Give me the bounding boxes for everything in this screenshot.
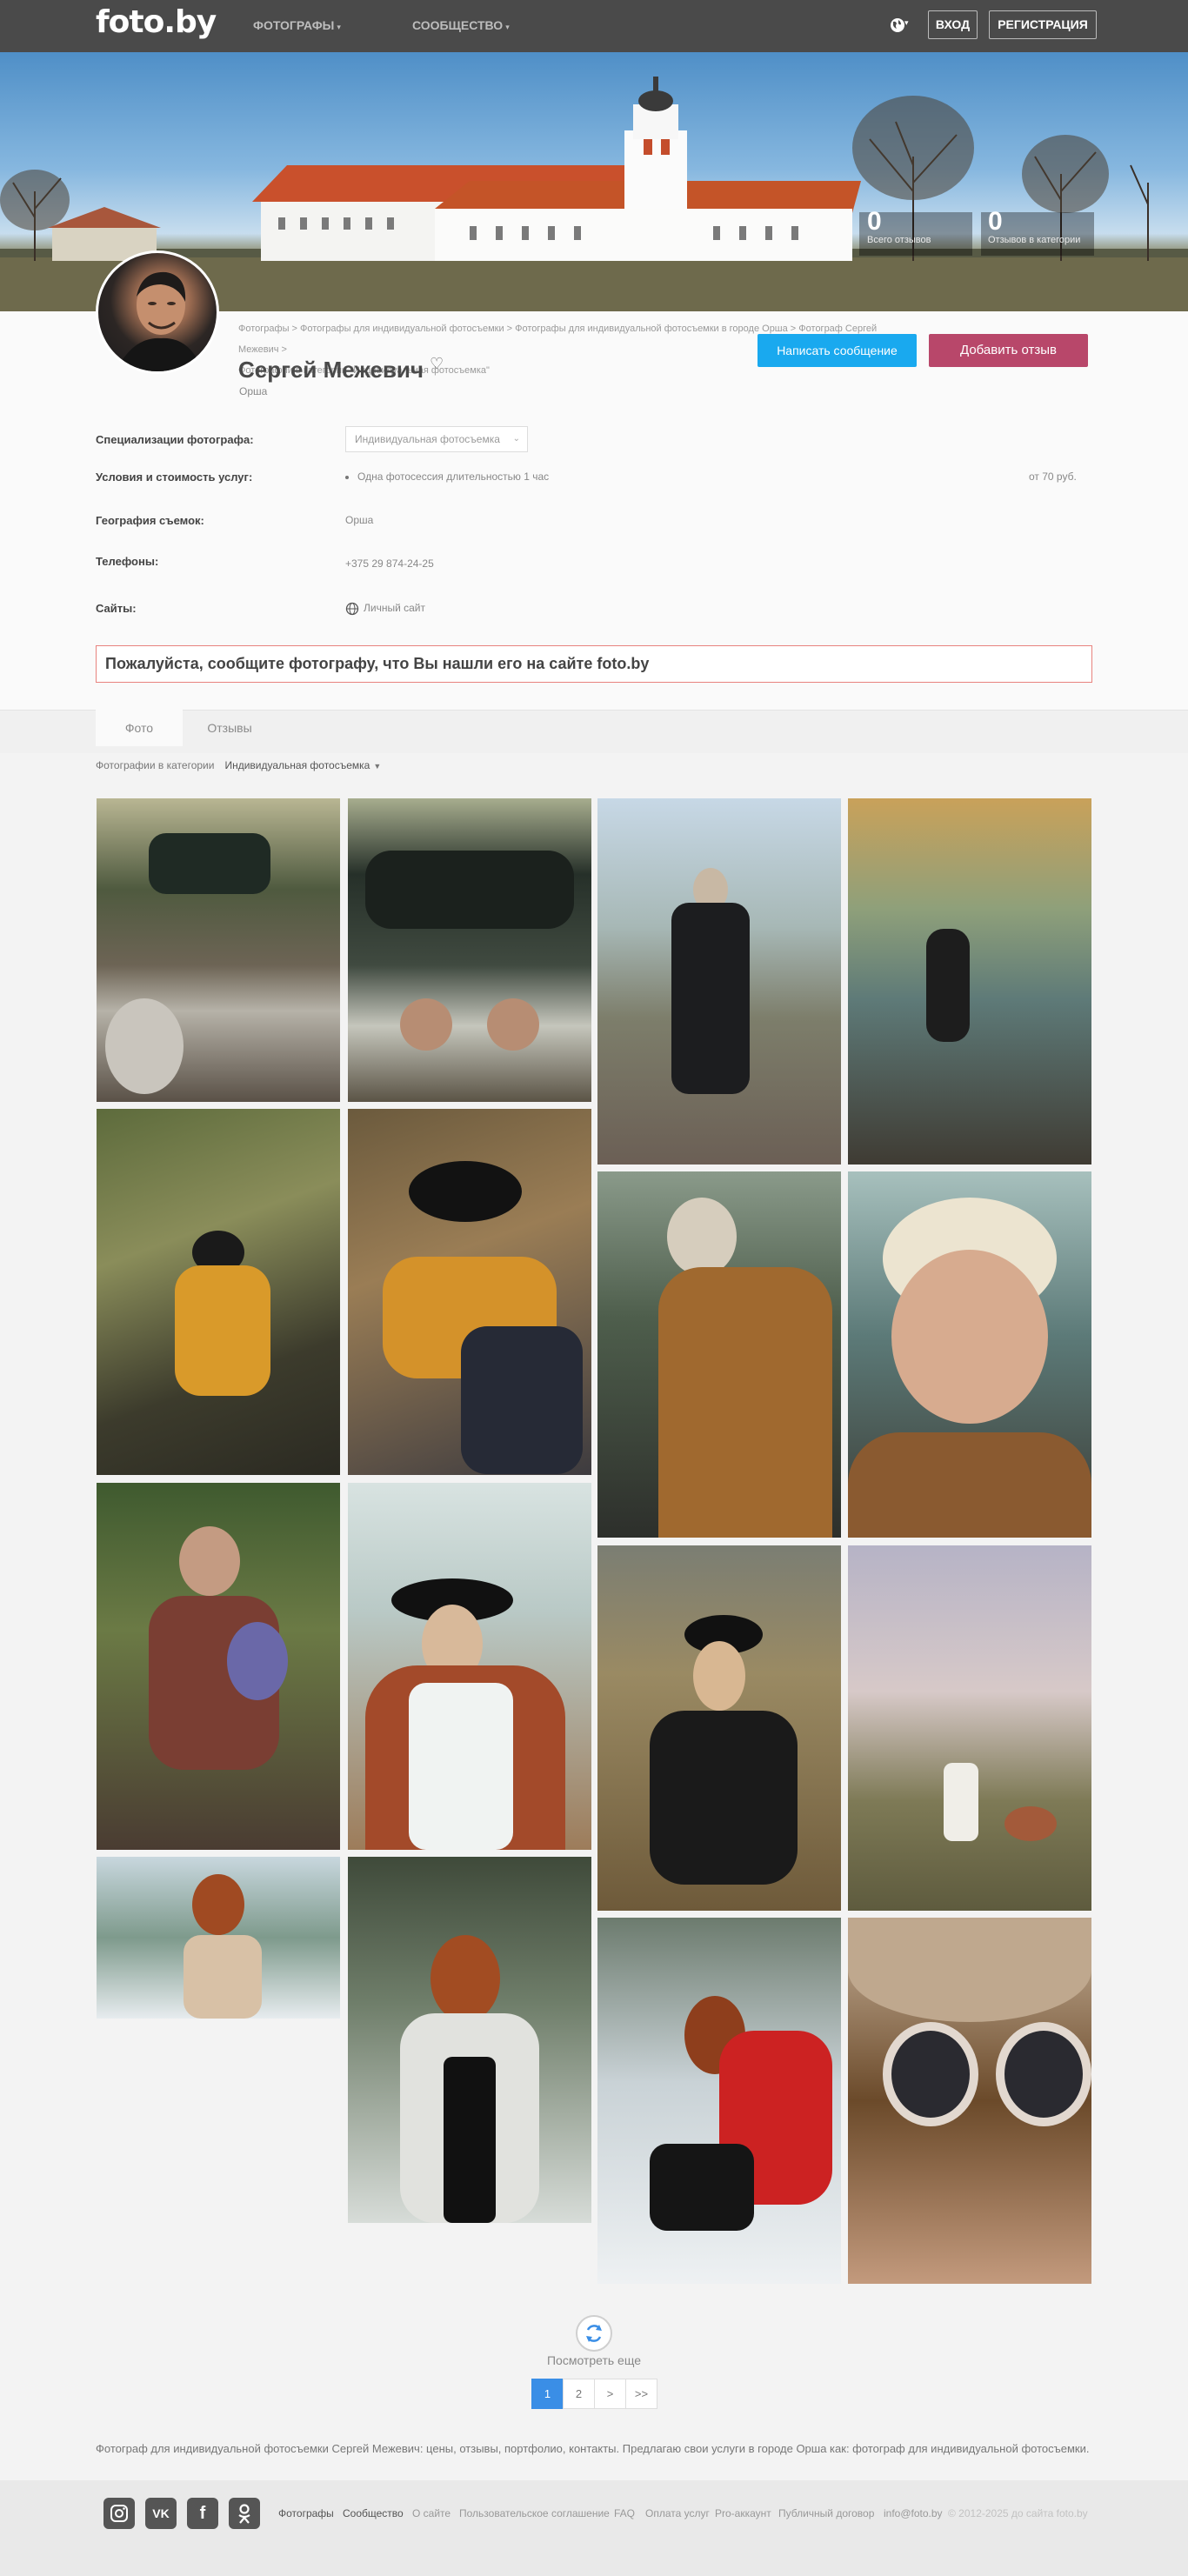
specialization-select[interactable]: Индивидуальная фотосъемка ⌄: [345, 426, 528, 452]
odnoklassniki-glyph: [238, 2504, 250, 2524]
page-2[interactable]: 2: [563, 2379, 595, 2409]
page-last[interactable]: >>: [625, 2379, 657, 2409]
services-label: Условия и стоимость услуг:: [96, 470, 253, 484]
language-caret-icon[interactable]: ▾: [904, 18, 909, 28]
photo-yellow-sweater-hat[interactable]: [97, 1109, 340, 1475]
photo-woman-hat-field[interactable]: [597, 1545, 841, 1911]
site-logo[interactable]: foto.by: [96, 4, 217, 40]
notice-banner: Пожалуйста, сообщите фотографу, что Вы н…: [96, 645, 1092, 683]
register-button[interactable]: РЕГИСТРАЦИЯ: [989, 10, 1097, 39]
stat-category-label: Отзывов в категории: [988, 235, 1081, 245]
photo-black-coat-street[interactable]: [597, 798, 841, 1165]
add-review-button[interactable]: Добавить отзыв: [929, 334, 1088, 367]
photo-dancer-riverbank[interactable]: [848, 798, 1091, 1165]
tab-photos[interactable]: Фото: [96, 710, 183, 746]
service-name: Одна фотосессия длительностью 1 час: [357, 470, 550, 483]
page-next[interactable]: >: [594, 2379, 626, 2409]
sites-label: Сайты:: [96, 602, 137, 615]
bullet-icon: [345, 475, 349, 479]
site-link[interactable]: Личный сайт: [345, 602, 425, 616]
category-filter[interactable]: Фотографии в категории Индивидуальная фот…: [96, 759, 381, 771]
service-price: от 70 руб.: [1029, 470, 1077, 483]
photographer-city: Орша: [239, 385, 268, 397]
footer-link-email[interactable]: info@foto.by: [884, 2507, 943, 2519]
avatar[interactable]: [96, 250, 219, 374]
photo-redhead-white-jacket[interactable]: [348, 1857, 591, 2223]
odnoklassniki-icon[interactable]: [229, 2498, 260, 2529]
geo-label: География съемок:: [96, 514, 204, 527]
footer-link-payment[interactable]: Оплата услуг: [645, 2507, 710, 2519]
nav-photographers-label: ФОТОГРАФЫ: [253, 18, 335, 32]
footer-link-about[interactable]: О сайте: [412, 2507, 451, 2519]
footer-link-terms[interactable]: Пользовательское соглашение: [459, 2507, 610, 2519]
chevron-down-icon: ⌄: [512, 434, 520, 444]
photographer-name: Сергей Межевич: [238, 357, 424, 383]
send-message-button[interactable]: Написать сообщение: [758, 334, 917, 367]
footer-link-photographers[interactable]: Фотографы: [278, 2507, 334, 2519]
tab-reviews[interactable]: Отзывы: [186, 710, 273, 746]
photo-retro-car-front[interactable]: [348, 798, 591, 1102]
seo-description: Фотограф для индивидуальной фотосъемки С…: [96, 2442, 1090, 2455]
stat-total-reviews: 0 Всего отзывов: [867, 207, 931, 246]
facebook-icon[interactable]: f: [187, 2498, 218, 2529]
service-item: Одна фотосессия длительностью 1 час: [345, 470, 549, 483]
refresh-icon: [586, 2325, 602, 2342]
chevron-down-icon: ▾: [505, 23, 510, 31]
photo-retro-car-couple[interactable]: [97, 798, 340, 1102]
stat-total-label: Всего отзывов: [867, 235, 931, 245]
photo-elf-with-flowers[interactable]: [97, 1483, 340, 1850]
photo-brown-jacket-railing[interactable]: [597, 1171, 841, 1538]
photo-woman-cape-hat[interactable]: [348, 1483, 591, 1850]
photo-sunglasses-closeup[interactable]: [848, 1918, 1091, 2284]
footer-copyright: © 2012-2025 до сайта foto.by: [948, 2507, 1088, 2519]
heart-icon[interactable]: ♡: [430, 355, 444, 373]
photo-orange-sweater-sitting[interactable]: [348, 1109, 591, 1475]
stat-category-reviews: 0 Отзывов в категории: [988, 207, 1081, 246]
chevron-down-icon: ▾: [337, 23, 341, 31]
stat-total-number: 0: [867, 207, 882, 236]
page-1[interactable]: 1: [531, 2379, 564, 2409]
phone-value[interactable]: +375 29 874-24-25: [345, 557, 434, 570]
photo-winter-portrait-gloves[interactable]: [97, 1857, 340, 2019]
footer-link-community[interactable]: Сообщество: [343, 2507, 404, 2519]
category-selected[interactable]: Индивидуальная фотосъемка: [224, 759, 370, 771]
globe-icon: [345, 602, 359, 616]
footer-link-faq[interactable]: FAQ: [614, 2507, 635, 2519]
nav-photographers[interactable]: ФОТОГРАФЫ ▾: [253, 18, 341, 32]
vk-icon[interactable]: VK: [145, 2498, 177, 2529]
avatar-portrait: [116, 271, 203, 371]
instagram-glyph: [110, 2505, 128, 2522]
photo-closeup-flowers-face[interactable]: [848, 1171, 1091, 1538]
chevron-down-icon: ▼: [373, 762, 382, 771]
specializations-label: Специализации фотографа:: [96, 433, 254, 446]
footer: [0, 2480, 1188, 2576]
login-button[interactable]: ВХОД: [928, 10, 978, 39]
specialization-value: Индивидуальная фотосъемка: [355, 433, 500, 445]
photo-child-field-basket[interactable]: [848, 1545, 1091, 1911]
category-label: Фотографии в категории: [96, 759, 215, 771]
footer-link-contract[interactable]: Публичный договор: [778, 2507, 874, 2519]
nav-community[interactable]: СООБЩЕСТВО ▾: [412, 18, 510, 32]
footer-link-pro[interactable]: Pro-аккаунт: [715, 2507, 771, 2519]
load-more-button[interactable]: [576, 2315, 612, 2352]
nav-community-label: СООБЩЕСТВО: [412, 18, 504, 32]
instagram-icon[interactable]: [103, 2498, 135, 2529]
phones-label: Телефоны:: [96, 555, 159, 568]
load-more-label[interactable]: Посмотреть еще: [0, 2353, 1188, 2367]
geo-value: Орша: [345, 514, 374, 526]
stat-category-number: 0: [988, 207, 1003, 236]
site-link-label: Личный сайт: [364, 602, 425, 615]
photo-red-coat-snow[interactable]: [597, 1918, 841, 2284]
